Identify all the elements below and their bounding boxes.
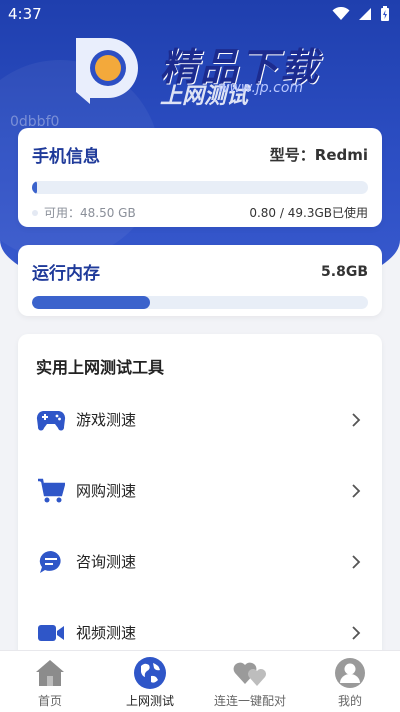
gamepad-icon [36,405,66,435]
battery-icon [381,6,389,21]
tool-item-game[interactable]: 游戏测速 [36,384,364,455]
ram-card: 运行内存 5.8GB [18,245,382,316]
storage-progress-fill [32,181,38,194]
shopping-cart-icon [36,476,66,506]
phone-info-title: 手机信息 [32,147,100,167]
tab-label: 连连一键配对 [213,694,286,708]
tool-item-consult[interactable]: 咨询测速 [36,526,364,597]
home-icon [33,656,67,690]
tool-label: 游戏测速 [76,411,137,429]
tools-title: 实用上网测试工具 [36,358,165,377]
chevron-right-icon [352,554,361,569]
tab-label: 上网测试 [125,694,174,708]
signal-icon [359,8,371,20]
chevron-right-icon [352,483,361,498]
tool-item-shopping[interactable]: 网购测速 [36,455,364,526]
tab-home[interactable]: 首页 [0,651,100,712]
available-dot [32,209,38,216]
wifi-icon [332,7,350,20]
globe-icon [133,656,167,690]
logo-p-icon [76,38,138,104]
storage-progress-bar [32,181,368,194]
logo-url-text: www.jp.com [218,80,304,96]
status-time: 4:37 [8,5,42,23]
hearts-icon [233,656,267,690]
tool-label: 咨询测速 [76,553,137,571]
tool-label: 视频测速 [76,624,137,642]
tab-label: 首页 [37,694,62,708]
storage-available: 可用：48.50 GB [44,206,136,220]
ram-progress-bar [32,296,368,309]
ram-progress-fill [32,296,150,309]
status-bar: 4:37 [0,0,400,28]
ram-value: 5.8GB [321,263,368,280]
bottom-tab-bar: 首页 上网测试 连连一键配对 我的 [0,650,400,712]
tab-network-test[interactable]: 上网测试 [100,651,200,712]
chat-bubble-icon [36,547,66,577]
video-camera-icon [36,618,66,648]
app-logo: 精品下载 上网测试 www.jp.com [68,30,328,110]
chevron-right-icon [352,625,361,640]
storage-used: 0.80 / 49.3GB已使用 [249,206,368,220]
phone-info-card: 手机信息 型号：Redmi 可用：48.50 GB 0.80 / 49.3GB已… [18,128,382,227]
tab-mine[interactable]: 我的 [300,651,400,712]
profile-icon [333,656,367,690]
tab-pairing[interactable]: 连连一键配对 [200,651,300,712]
phone-model: 型号：Redmi [269,146,368,164]
tab-label: 我的 [337,694,362,708]
chevron-right-icon [352,412,361,427]
tool-label: 网购测速 [76,482,137,500]
tools-card: 实用上网测试工具 游戏测速 网购测速 咨询测速 视频测速 [18,334,382,664]
ram-title: 运行内存 [32,264,100,284]
